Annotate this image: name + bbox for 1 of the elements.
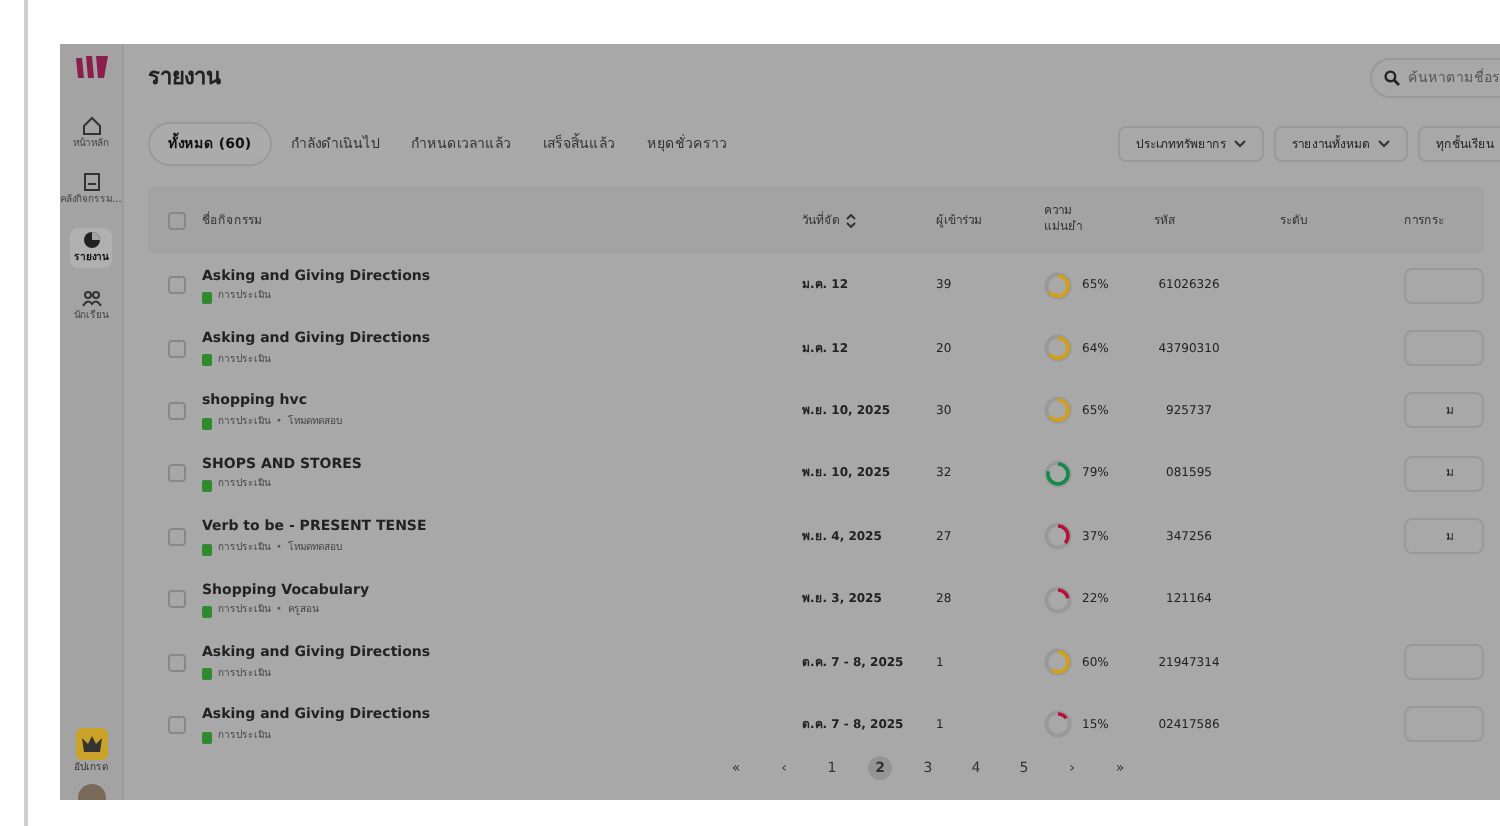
page-title: รายงาน (148, 61, 222, 94)
